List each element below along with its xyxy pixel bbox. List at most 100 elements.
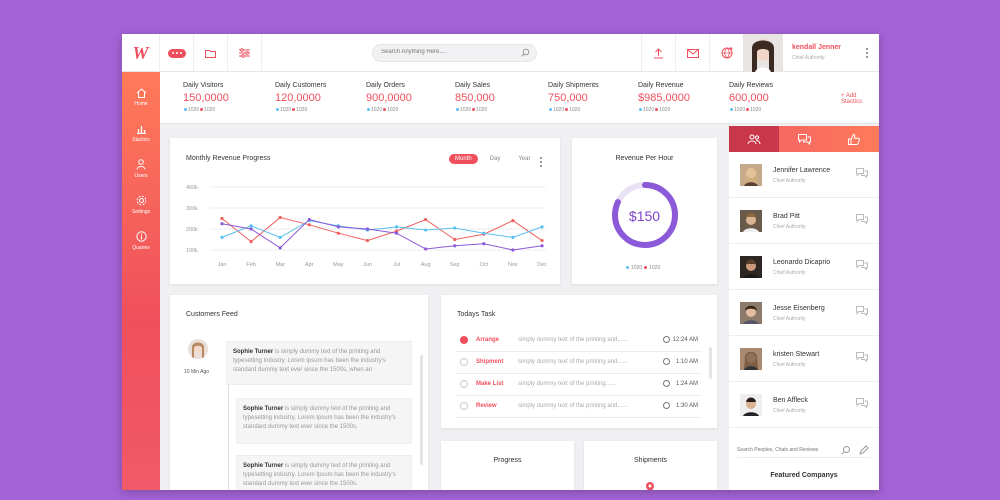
person-row[interactable]: Brad Pitt Chief Authority [729, 198, 879, 244]
avatar[interactable] [740, 348, 762, 370]
sidebar-item-settings[interactable]: Settings [122, 188, 160, 222]
data-point [424, 247, 428, 251]
search-icon[interactable] [841, 445, 851, 455]
task-checkbox[interactable] [460, 380, 468, 388]
app-logo[interactable]: W [122, 34, 160, 72]
progress-card: Progress [441, 441, 574, 490]
stat-value: 850,000 [455, 92, 495, 104]
data-point [307, 217, 311, 222]
search-input[interactable] [381, 49, 511, 55]
x-tick-label: Apr [305, 262, 314, 268]
x-tick-label: Jan [218, 262, 227, 268]
sidebar-item-users[interactable]: Users [122, 152, 160, 186]
person-name: Jesse Eisenberg [773, 305, 825, 312]
user-name[interactable]: kendall Jenner [792, 44, 841, 51]
revenue-per-hour-value: $150 [628, 208, 661, 224]
data-point [511, 235, 515, 239]
stat-value: 600,000 [729, 92, 769, 104]
stat-title: Daily Visitors [183, 82, 224, 89]
chat-icon[interactable] [856, 398, 868, 408]
x-tick-label: Mar [275, 262, 285, 268]
user-avatar[interactable] [743, 34, 783, 72]
more-menu-icon[interactable] [866, 48, 869, 60]
avatar[interactable] [188, 339, 208, 359]
stat-title: Daily Shipments [548, 82, 599, 89]
data-point [540, 225, 544, 229]
chat-icon[interactable] [856, 352, 868, 362]
sidebar: Home Stactics Users Settings Quaries [122, 72, 164, 490]
task-row[interactable]: Make List simply dummy text of the print… [456, 374, 702, 396]
task-time: 12:24 AM [672, 337, 698, 343]
menu-button[interactable] [160, 34, 194, 72]
x-tick-label: Jul [393, 262, 400, 268]
avatar[interactable] [740, 164, 762, 186]
revenue-per-hour-card: Revenue Per Hour $150 1020 1020 [572, 138, 717, 284]
search-icon[interactable] [521, 48, 530, 57]
task-row[interactable]: Review simply dummy text of the printing… [456, 396, 702, 418]
stat-value: 150,0000 [183, 92, 229, 104]
chat-icon[interactable] [856, 214, 868, 224]
avatar[interactable] [740, 256, 762, 278]
person-row[interactable]: Leonardo Dicaprio Chief Authority [729, 244, 879, 290]
task-checkbox[interactable] [460, 358, 468, 366]
tab-chats[interactable] [779, 126, 829, 152]
shipments-card: Shipments [584, 441, 717, 490]
customers-feed-card: Customers Feed 10 Min Ago Sophie Turner … [170, 295, 428, 490]
stat-value: 900,0000 [366, 92, 412, 104]
todays-task-card: Todays Task Arrange simply dummy text of… [441, 295, 717, 428]
task-row[interactable]: Arrange simply dummy text of the printin… [456, 330, 702, 352]
task-scrollbar[interactable] [709, 347, 712, 379]
chat-icon[interactable] [856, 168, 868, 178]
clock-icon [663, 358, 670, 365]
revenue-per-hour-legend: 1020 1020 [624, 265, 660, 271]
x-tick-label: Oct [480, 262, 489, 268]
data-point [394, 225, 399, 229]
person-row[interactable]: Ben Affleck Chief Authority [729, 382, 879, 428]
avatar[interactable] [740, 394, 762, 416]
sidebar-item-quaries[interactable]: Quaries [122, 224, 160, 258]
series-line-0 [221, 216, 543, 243]
pen-icon[interactable] [859, 445, 869, 455]
tab-reviews[interactable] [829, 126, 879, 152]
sidebar-item-home[interactable]: Home [122, 80, 164, 114]
avatar[interactable] [740, 302, 762, 324]
clock-icon [663, 402, 670, 409]
chat-icon[interactable] [856, 260, 868, 270]
person-row[interactable]: Jennifer Lawrence Chief Authority [729, 152, 879, 198]
task-title: Todays Task [457, 311, 496, 318]
x-tick-label: Sep [450, 262, 460, 268]
stat-sub: 1020 1020 [729, 107, 773, 113]
add-statics-link[interactable]: + Add Stactics [841, 93, 879, 105]
filter-button[interactable] [228, 34, 262, 72]
stat-sub: 1020 1020 [638, 107, 690, 113]
chat-icon[interactable] [856, 306, 868, 316]
tab-people[interactable] [729, 126, 779, 152]
data-point [336, 225, 340, 229]
sidebar-item-stactics[interactable]: Stactics [122, 116, 160, 150]
sidebar-item-label: Quaries [132, 245, 150, 251]
task-checkbox[interactable] [460, 402, 468, 410]
person-row[interactable]: kristen Stewart Chief Authority [729, 336, 879, 382]
person-row[interactable]: Jesse Eisenberg Chief Authority [729, 290, 879, 336]
feed-scrollbar[interactable] [420, 355, 423, 465]
avatar[interactable] [740, 210, 762, 232]
task-row[interactable]: Shipment simply dummy text of the printi… [456, 352, 702, 374]
person-role: Chief Authority [773, 178, 806, 184]
task-name: Review [476, 403, 497, 409]
people-search [737, 444, 871, 458]
upload-button[interactable] [641, 34, 675, 72]
people-search-input[interactable] [737, 447, 832, 453]
data-point [424, 228, 428, 232]
data-point [307, 223, 311, 227]
top-bar: W kendall Jenner Chief Authority [122, 34, 879, 72]
globe-button[interactable] [709, 34, 743, 72]
person-name: Jennifer Lawrence [773, 167, 831, 174]
task-desc: simply dummy text of the printing and...… [518, 337, 628, 343]
task-checkbox[interactable] [460, 336, 468, 344]
data-point [394, 231, 399, 235]
mail-button[interactable] [675, 34, 709, 72]
x-tick-label: Dec [537, 262, 547, 268]
folder-button[interactable] [194, 34, 228, 72]
sliders-icon [239, 48, 250, 58]
dashboard-window: W kendall Jenner Chief Authority [122, 34, 879, 490]
